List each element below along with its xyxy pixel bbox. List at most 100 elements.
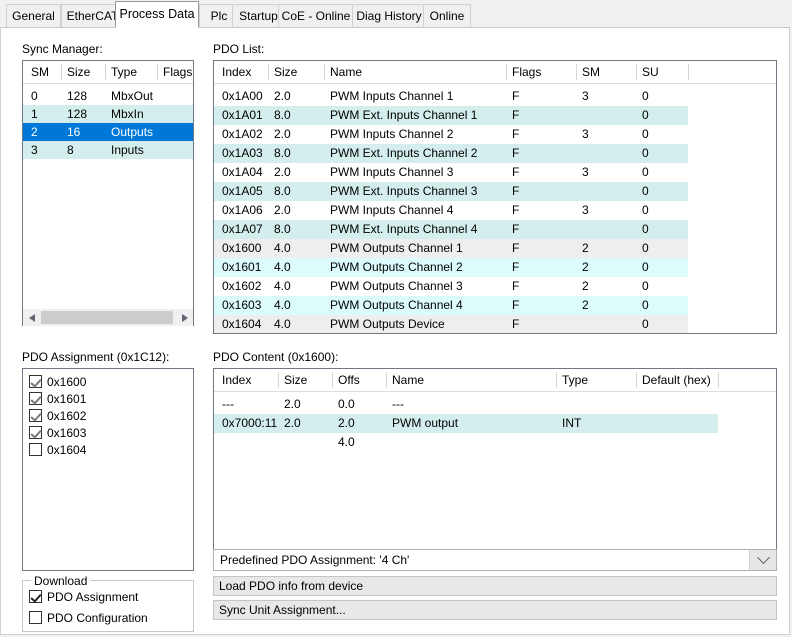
column-divider[interactable] — [105, 64, 106, 80]
column-header[interactable]: Type — [111, 65, 137, 79]
column-header[interactable]: Size — [284, 373, 307, 387]
table-row[interactable]: --- 2.0 0.0 --- — [214, 395, 718, 414]
checkbox-icon[interactable] — [29, 611, 42, 624]
tab-diag-history[interactable]: Diag History — [352, 4, 426, 27]
checkbox-icon[interactable] — [29, 375, 42, 388]
scroll-left-arrow[interactable] — [23, 309, 40, 326]
column-divider[interactable] — [268, 64, 269, 80]
sync-manager-list[interactable]: SM Size Type Flags 0 128 MbxOut 1 128 MbxIn 2 16 Out… — [22, 60, 194, 326]
table-row[interactable]: 0x1A05 8.0 PWM Ext. Inputs Channel 3 F 0 — [214, 182, 688, 201]
column-divider[interactable] — [386, 372, 387, 388]
tab-coe-online[interactable]: CoE - Online — [278, 4, 354, 27]
table-cell: F — [512, 127, 520, 141]
column-divider[interactable] — [636, 64, 637, 80]
column-divider[interactable] — [576, 64, 577, 80]
table-row[interactable]: 0x1A02 2.0 PWM Inputs Channel 2 F 3 0 — [214, 125, 688, 144]
column-header[interactable]: SM — [582, 65, 600, 79]
table-row[interactable]: 0 128 MbxOut — [23, 87, 193, 105]
checkbox-icon[interactable] — [29, 409, 42, 422]
column-header[interactable]: Flags — [163, 65, 192, 79]
table-cell: F — [512, 279, 520, 293]
list-item[interactable]: 0x1601 — [29, 390, 86, 407]
scroll-thumb[interactable] — [41, 311, 173, 324]
table-row[interactable]: 0x1A03 8.0 PWM Ext. Inputs Channel 2 F 0 — [214, 144, 688, 163]
table-cell: MbxOut — [111, 89, 154, 103]
tab-process-data[interactable]: Process Data — [115, 1, 199, 28]
list-item[interactable]: 0x1604 — [29, 441, 86, 458]
column-header[interactable]: Type — [562, 373, 588, 387]
column-divider[interactable] — [324, 64, 325, 80]
table-row[interactable]: 4.0 — [214, 433, 718, 452]
table-row[interactable]: 0x1A04 2.0 PWM Inputs Channel 3 F 3 0 — [214, 163, 688, 182]
chevron-down-icon — [756, 550, 770, 564]
table-row[interactable]: 0x1A01 8.0 PWM Ext. Inputs Channel 1 F 0 — [214, 106, 688, 125]
column-header[interactable]: Name — [392, 373, 424, 387]
table-row[interactable]: 1 128 MbxIn — [23, 105, 193, 123]
table-cell: 0 — [642, 165, 649, 179]
pdo-assignment-list[interactable]: 0x1600 0x1601 0x1602 0x1603 0x1604 — [22, 368, 194, 571]
column-header[interactable]: Index — [222, 373, 251, 387]
column-header[interactable]: Default (hex) — [642, 373, 711, 387]
checkbox-icon[interactable] — [29, 426, 42, 439]
column-divider[interactable] — [718, 372, 719, 388]
list-item-label: 0x1600 — [47, 374, 87, 389]
table-row[interactable]: 0x1A07 8.0 PWM Ext. Inputs Channel 4 F 0 — [214, 220, 688, 239]
table-cell: PWM Inputs Channel 1 — [330, 89, 454, 103]
table-cell: PWM Ext. Inputs Channel 2 — [330, 146, 478, 160]
table-row[interactable]: 0x1603 4.0 PWM Outputs Channel 4 F 2 0 — [214, 296, 688, 315]
checkbox-pdo-assignment[interactable]: PDO Assignment — [29, 588, 138, 605]
table-cell: 0x1604 — [222, 317, 262, 331]
table-row[interactable]: 0x7000:11 2.0 2.0 PWM output INT — [214, 414, 718, 433]
column-divider[interactable] — [61, 64, 62, 80]
table-row[interactable]: 0x1601 4.0 PWM Outputs Channel 2 F 2 0 — [214, 258, 688, 277]
pdo-content-list[interactable]: Index Size Offs Name Type Default (hex) --- 2.0… — [213, 368, 777, 571]
pdo-list[interactable]: Index Size Name Flags SM SU 0x1A00 2.0 PWM Input… — [213, 60, 777, 334]
column-header[interactable]: Size — [274, 65, 297, 79]
column-divider[interactable] — [556, 372, 557, 388]
table-cell: 0x1600 — [222, 241, 262, 255]
table-cell: F — [512, 298, 520, 312]
column-header[interactable]: SM — [31, 65, 49, 79]
column-divider[interactable] — [332, 372, 333, 388]
column-header[interactable]: Name — [330, 65, 362, 79]
column-divider[interactable] — [278, 372, 279, 388]
column-header[interactable]: Size — [67, 65, 90, 79]
load-pdo-info-button[interactable]: Load PDO info from device — [213, 576, 777, 596]
tab-online[interactable]: Online — [423, 4, 471, 27]
triangle-right-icon — [181, 313, 188, 322]
table-row[interactable]: 2 16 Outputs — [23, 123, 193, 141]
table-cell: 0x1A03 — [222, 146, 263, 160]
scroll-right-arrow[interactable] — [176, 309, 193, 326]
list-item[interactable]: 0x1602 — [29, 407, 86, 424]
table-row[interactable]: 0x1A00 2.0 PWM Inputs Channel 1 F 3 0 — [214, 87, 688, 106]
column-divider[interactable] — [157, 64, 158, 80]
table-row[interactable]: 0x1604 4.0 PWM Outputs Device F 0 — [214, 315, 688, 333]
table-cell: 2 — [582, 298, 589, 312]
table-cell: 2 — [582, 241, 589, 255]
table-row[interactable]: 0x1602 4.0 PWM Outputs Channel 3 F 2 0 — [214, 277, 688, 296]
column-divider[interactable] — [506, 64, 507, 80]
table-row[interactable]: 0x1A06 2.0 PWM Inputs Channel 4 F 3 0 — [214, 201, 688, 220]
combo-value: Predefined PDO Assignment: '4 Ch' — [220, 553, 410, 567]
sync-manager-hscrollbar[interactable] — [23, 309, 193, 326]
list-item[interactable]: 0x1603 — [29, 424, 86, 441]
column-header[interactable]: Offs — [338, 373, 360, 387]
column-header[interactable]: Flags — [512, 65, 541, 79]
combo-dropdown-button[interactable] — [749, 550, 776, 570]
checkbox-icon[interactable] — [29, 392, 42, 405]
checkbox-pdo-configuration[interactable]: PDO Configuration — [29, 609, 148, 626]
tab-general[interactable]: General — [6, 4, 61, 27]
predefined-pdo-assignment-combo[interactable]: Predefined PDO Assignment: '4 Ch' — [213, 549, 777, 571]
column-divider[interactable] — [688, 64, 689, 80]
checkbox-icon[interactable] — [29, 443, 42, 456]
table-row[interactable]: 0x1600 4.0 PWM Outputs Channel 1 F 2 0 — [214, 239, 688, 258]
tab-label: CoE - Online — [281, 9, 351, 23]
column-header[interactable]: SU — [642, 65, 659, 79]
table-row[interactable]: 3 8 Inputs — [23, 141, 193, 159]
column-header[interactable]: Index — [222, 65, 251, 79]
table-cell: F — [512, 317, 520, 331]
sync-unit-assignment-button[interactable]: Sync Unit Assignment... — [213, 600, 777, 620]
list-item[interactable]: 0x1600 — [29, 373, 86, 390]
checkbox-icon[interactable] — [29, 590, 42, 603]
column-divider[interactable] — [636, 372, 637, 388]
